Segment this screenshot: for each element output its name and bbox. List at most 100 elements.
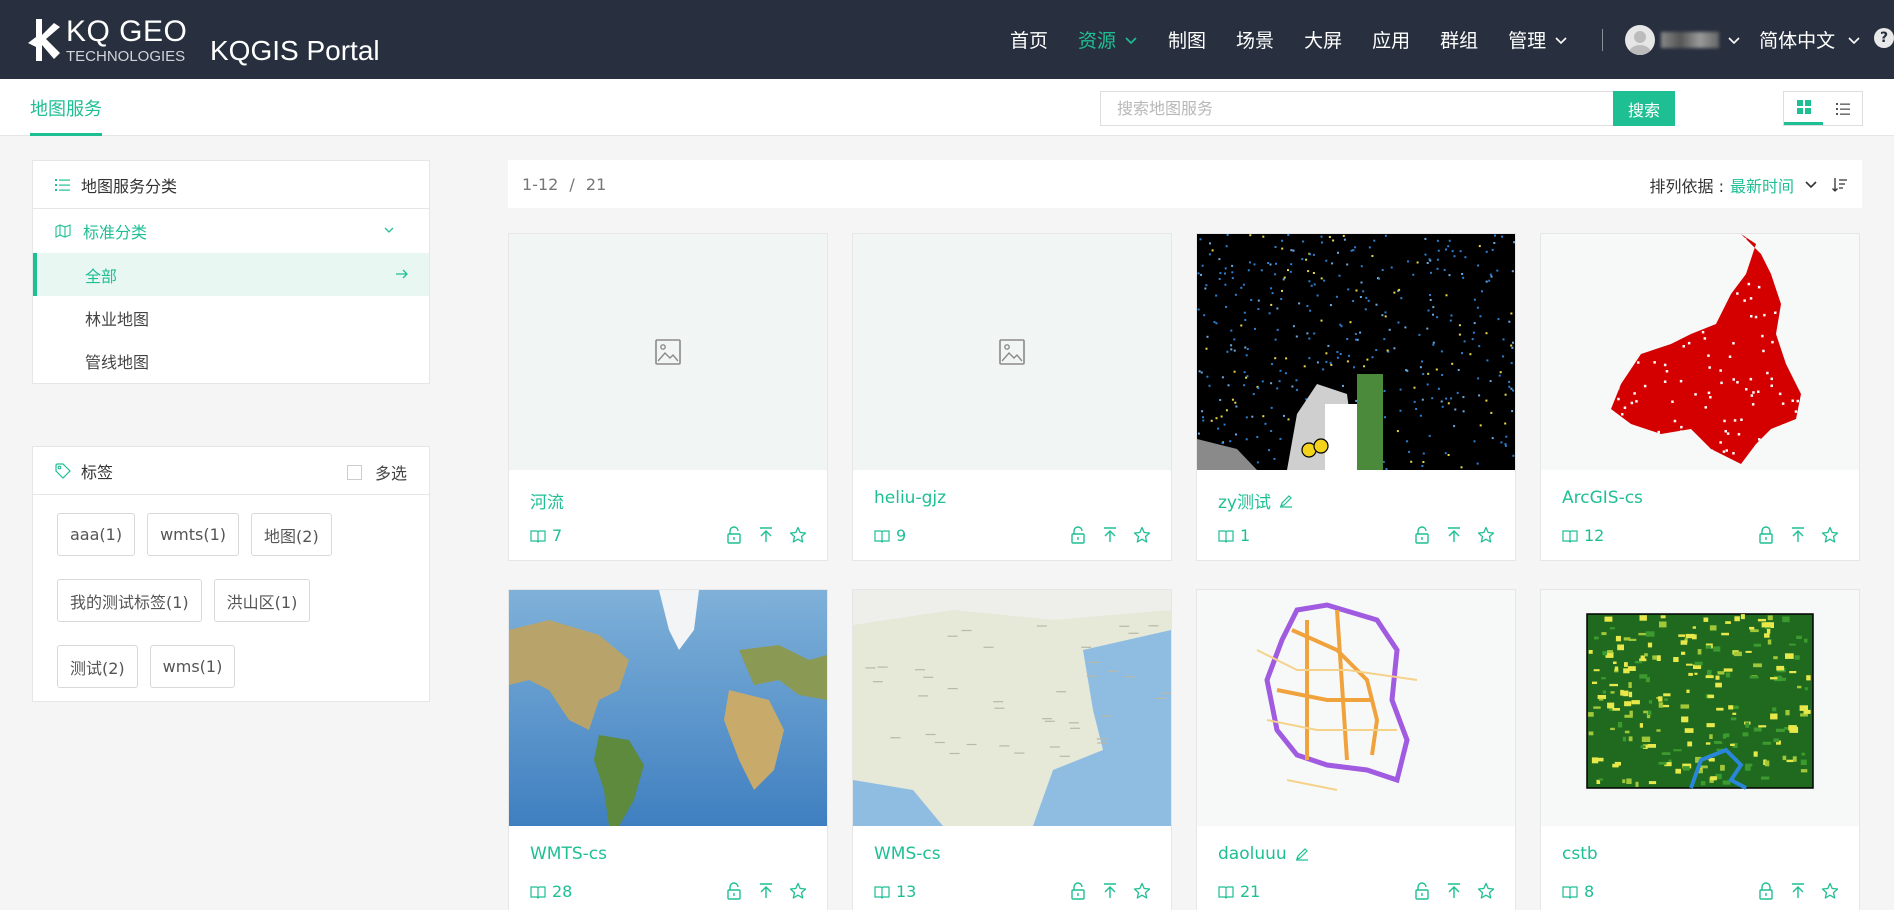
arrow-right-icon	[396, 269, 408, 279]
card-title-link[interactable]: zy测试	[1218, 488, 1293, 513]
map-thumbnail-image	[509, 234, 827, 470]
favorite-star-icon[interactable]	[1133, 526, 1151, 544]
sort-dropdown[interactable]: 最新时间	[1730, 173, 1794, 197]
share-icon[interactable]	[1789, 882, 1807, 900]
favorite-star-icon[interactable]	[1821, 882, 1839, 900]
card-title: cstb	[1562, 844, 1598, 864]
kqgeo-logo[interactable]: KQ GEO TECHNOLOGIES	[26, 16, 187, 64]
unlock-icon[interactable]	[725, 882, 743, 900]
service-card[interactable]: daoluuu 21	[1196, 589, 1516, 910]
nav-mapping[interactable]: 制图	[1168, 26, 1206, 53]
category-item-all[interactable]: 全部	[33, 253, 429, 296]
share-icon[interactable]	[1445, 526, 1463, 544]
share-icon[interactable]	[1789, 526, 1807, 544]
tag-chip[interactable]: 我的测试标签(1)	[57, 579, 202, 622]
category-group-standard[interactable]: 标准分类	[33, 209, 429, 253]
card-thumbnail[interactable]	[1197, 234, 1515, 470]
service-card[interactable]: WMS-cs 13	[852, 589, 1172, 910]
card-view-count: 12	[1562, 526, 1604, 545]
card-title-link[interactable]: ArcGIS-cs	[1562, 488, 1643, 508]
service-card[interactable]: 河流 7	[508, 233, 828, 561]
nav-mapping-label: 制图	[1168, 30, 1207, 52]
card-title-link[interactable]: cstb	[1562, 844, 1598, 864]
tag-chip[interactable]: 洪山区(1)	[213, 579, 311, 622]
tag-list: aaa(1) wmts(1) 地图(2) 我的测试标签(1) 洪山区(1) 测试…	[33, 447, 429, 711]
nav-apps[interactable]: 应用	[1372, 26, 1410, 53]
search-input[interactable]	[1101, 92, 1613, 125]
unlock-icon[interactable]	[725, 526, 743, 544]
service-card[interactable]: ArcGIS-cs 12	[1540, 233, 1860, 561]
edit-icon[interactable]	[1295, 847, 1309, 861]
list-icon	[55, 178, 70, 191]
user-menu[interactable]	[1625, 24, 1741, 55]
tag-chip[interactable]: aaa(1)	[57, 513, 136, 556]
edit-icon[interactable]	[1279, 494, 1293, 508]
card-title-link[interactable]: WMTS-cs	[530, 844, 607, 864]
lock-icon[interactable]	[1757, 526, 1775, 544]
share-icon[interactable]	[1101, 526, 1119, 544]
tag-chip[interactable]: 测试(2)	[57, 645, 138, 688]
nav-bigscreen[interactable]: 大屏	[1304, 26, 1342, 53]
list-icon	[1835, 102, 1850, 115]
favorite-star-icon[interactable]	[789, 526, 807, 544]
service-card[interactable]: WMTS-cs 28	[508, 589, 828, 910]
card-thumbnail[interactable]	[1541, 234, 1859, 470]
favorite-star-icon[interactable]	[1477, 526, 1495, 544]
card-view-count: 1	[1218, 526, 1250, 545]
sub-header: 地图服务 搜索	[0, 79, 1894, 136]
tag-chip[interactable]: 地图(2)	[251, 513, 332, 556]
chevron-down-icon[interactable]	[1804, 178, 1818, 192]
card-title-link[interactable]: daoluuu	[1218, 844, 1309, 864]
sort-order-icon[interactable]	[1832, 177, 1848, 193]
nav-groups[interactable]: 群组	[1440, 26, 1478, 53]
lock-icon[interactable]	[1757, 882, 1775, 900]
share-icon[interactable]	[1101, 882, 1119, 900]
favorite-star-icon[interactable]	[1133, 882, 1151, 900]
share-icon[interactable]	[757, 882, 775, 900]
card-actions	[1399, 526, 1495, 544]
card-thumbnail[interactable]	[853, 234, 1171, 470]
service-card[interactable]: cstb 8	[1540, 589, 1860, 910]
language-selector[interactable]: 简体中文	[1759, 26, 1861, 53]
category-item-pipeline[interactable]: 管线地图	[33, 339, 429, 382]
card-thumbnail[interactable]	[509, 590, 827, 826]
views-icon	[1218, 529, 1234, 543]
unlock-icon[interactable]	[1069, 526, 1087, 544]
grid-icon	[1796, 100, 1811, 114]
nav-divider	[1602, 28, 1604, 51]
search-button[interactable]: 搜索	[1613, 91, 1675, 126]
view-toggle	[1783, 91, 1863, 126]
map-thumbnail-image	[853, 590, 1171, 826]
card-thumbnail[interactable]	[1541, 590, 1859, 826]
list-view-button[interactable]	[1823, 92, 1862, 125]
nav-scene[interactable]: 场景	[1236, 26, 1274, 53]
share-icon[interactable]	[757, 526, 775, 544]
nav-admin[interactable]: 管理	[1508, 26, 1568, 53]
favorite-star-icon[interactable]	[789, 882, 807, 900]
tag-chip[interactable]: wms(1)	[149, 645, 236, 688]
grid-view-button[interactable]	[1784, 92, 1823, 125]
service-card[interactable]: heliu-gjz 9	[852, 233, 1172, 561]
unlock-icon[interactable]	[1413, 526, 1431, 544]
nav-resources[interactable]: 资源	[1078, 26, 1138, 53]
favorite-star-icon[interactable]	[1821, 526, 1839, 544]
unlock-icon[interactable]	[1413, 882, 1431, 900]
view-count-value: 7	[552, 526, 563, 545]
favorite-star-icon[interactable]	[1477, 882, 1495, 900]
card-thumbnail[interactable]	[853, 590, 1171, 826]
map-icon	[55, 224, 71, 238]
share-icon[interactable]	[1445, 882, 1463, 900]
unlock-icon[interactable]	[1069, 882, 1087, 900]
category-item-label: 林业地图	[85, 309, 150, 329]
card-thumbnail[interactable]	[1197, 590, 1515, 826]
card-thumbnail[interactable]	[509, 234, 827, 470]
nav-home[interactable]: 首页	[1010, 26, 1048, 53]
tag-chip[interactable]: wmts(1)	[147, 513, 240, 556]
tab-map-services[interactable]: 地图服务	[30, 95, 102, 136]
card-title-link[interactable]: heliu-gjz	[874, 488, 946, 508]
card-title-link[interactable]: 河流	[530, 488, 564, 513]
category-item-forestry[interactable]: 林业地图	[33, 296, 429, 339]
card-title-link[interactable]: WMS-cs	[874, 844, 941, 864]
service-card[interactable]: zy测试 1	[1196, 233, 1516, 561]
help-icon[interactable]: ?	[1874, 28, 1894, 48]
